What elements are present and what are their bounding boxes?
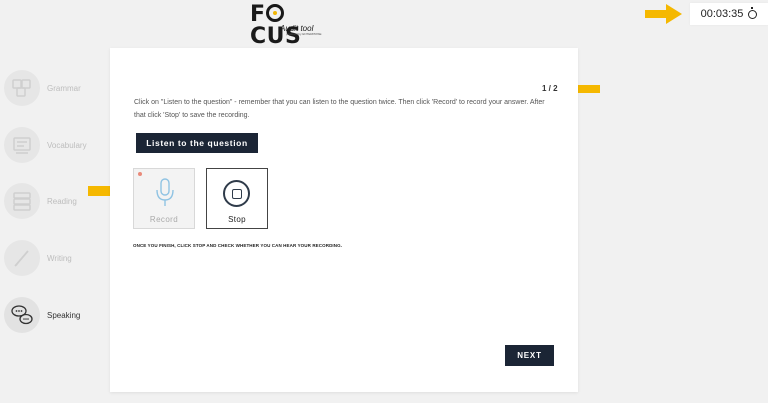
logo-powered-by: powered by ENTERPRISE (286, 32, 322, 36)
sidebar-item-grammar[interactable]: Grammar (4, 70, 81, 106)
sidebar-item-writing[interactable]: Writing (4, 240, 72, 276)
sidebar-item-label: Writing (47, 253, 72, 263)
reading-icon (4, 183, 40, 219)
timer-value: 00:03:35 (700, 8, 744, 20)
finish-note: ONCE YOU FINISH, CLICK STOP AND CHECK WH… (133, 243, 343, 248)
sidebar-item-vocabulary[interactable]: Vocabulary (4, 127, 87, 163)
sidebar-item-label: Reading (47, 196, 77, 206)
speaking-icon (4, 297, 40, 333)
sidebar-item-label: Speaking (47, 310, 81, 320)
record-label: Record (149, 215, 179, 224)
sidebar-item-speaking[interactable]: Speaking (4, 297, 80, 333)
writing-icon (4, 240, 40, 276)
arrow-to-timer-icon (645, 4, 682, 24)
stop-label: Stop (228, 215, 246, 224)
vocabulary-icon (4, 127, 40, 163)
timer: 00:03:35 (690, 3, 768, 25)
record-indicator-dot (138, 172, 142, 176)
sidebar-item-label: Vocabulary (47, 140, 87, 150)
stop-icon (223, 180, 250, 207)
record-button[interactable]: Record (133, 168, 195, 229)
question-counter: 1 / 2 (542, 84, 558, 93)
sidebar-item-reading[interactable]: Reading (4, 183, 77, 219)
sidebar-item-label: Grammar (47, 83, 81, 93)
next-button[interactable]: NEXT (505, 345, 554, 366)
stop-button[interactable]: Stop (206, 168, 268, 229)
focus-logo: FCUS Audit tool powered by ENTERPRISE (250, 2, 322, 49)
question-card: 1 / 2 Click on "Listen to the question" … (110, 48, 578, 392)
instructions-text: Click on "Listen to the question" - reme… (134, 99, 545, 119)
listen-button[interactable]: Listen to the question (136, 133, 258, 153)
logo-o-mark (265, 4, 284, 22)
grammar-icon (4, 70, 40, 106)
microphone-icon (156, 178, 174, 206)
stopwatch-icon (748, 6, 758, 19)
